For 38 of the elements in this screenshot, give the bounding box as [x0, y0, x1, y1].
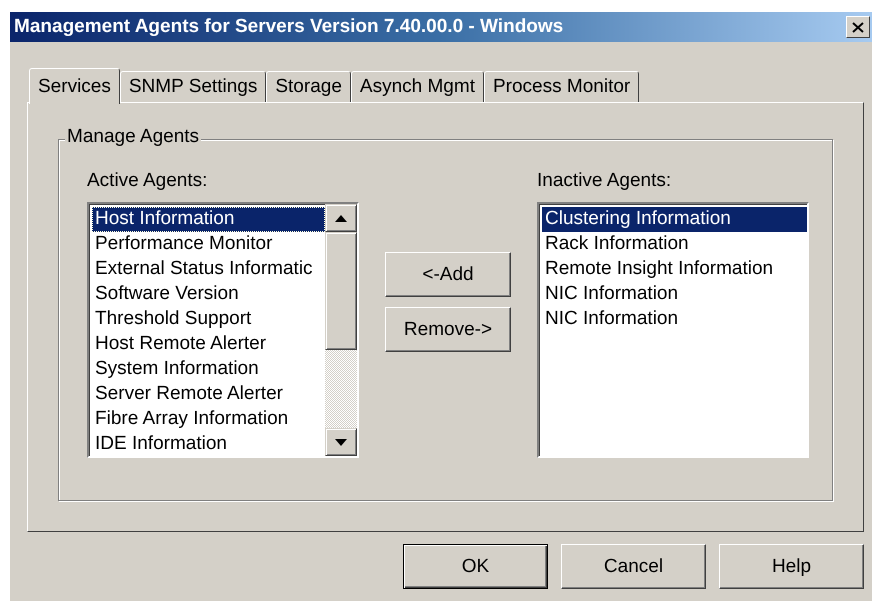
tab[interactable]: Process Monitor	[484, 71, 640, 102]
list-item[interactable]: Fibre Array Information	[92, 407, 325, 432]
list-label: Inactive Agents:	[537, 170, 672, 193]
list-item[interactable]: NIC Information	[542, 307, 807, 332]
close-button[interactable]	[846, 16, 870, 38]
dialog-button[interactable]: OK	[403, 544, 548, 589]
window-title: Management Agents for Servers Version 7.40.00.0 - Windows	[14, 16, 564, 38]
agent-list[interactable]: Clustering Information Rack Information Remote Insight Information NIC Information NIC Information	[537, 202, 809, 458]
list-item[interactable]: Remote Insight Information	[542, 257, 807, 282]
scroll-up-button[interactable]	[325, 204, 357, 232]
list-item[interactable]: Threshold Support	[92, 307, 325, 332]
dialog-button[interactable]: Help	[719, 544, 864, 589]
remove-button[interactable]: Remove->	[385, 307, 511, 352]
scroll-down-arrow-icon	[335, 438, 347, 446]
tab[interactable]: Services	[29, 68, 120, 104]
dialog-button[interactable]: Cancel	[561, 544, 706, 589]
scroll-up-arrow-icon	[335, 214, 347, 222]
add-button[interactable]: <-Add	[385, 252, 511, 297]
group-title: Manage Agents	[65, 126, 202, 148]
agent-list[interactable]: Host Information Performance Monitor External Status Informatic Software Version Threshold Support Host Remote Alerter System Information Server Remote Alerter Fibre Array Information IDE Information	[87, 202, 359, 458]
list-item[interactable]: Clustering Information	[542, 207, 807, 232]
scroll-down-button[interactable]	[325, 428, 357, 456]
scrollbar-thumb[interactable]	[325, 232, 357, 350]
list-item[interactable]: Performance Monitor	[92, 232, 325, 257]
list-item[interactable]: System Information	[92, 357, 325, 382]
list-item[interactable]: Rack Information	[542, 232, 807, 257]
list-item[interactable]: Server Remote Alerter	[92, 382, 325, 407]
close-icon	[852, 22, 864, 32]
list-label: Active Agents:	[87, 170, 208, 193]
list-item[interactable]: Software Version	[92, 282, 325, 307]
tab[interactable]: Asynch Mgmt	[350, 71, 484, 102]
list-item[interactable]: External Status Informatic	[92, 257, 325, 282]
tab[interactable]: Storage	[266, 71, 351, 102]
list-item[interactable]: IDE Information	[92, 432, 325, 456]
list-item[interactable]: NIC Information	[542, 282, 807, 307]
tab[interactable]: SNMP Settings	[120, 71, 266, 102]
list-item[interactable]: Host Remote Alerter	[92, 332, 325, 357]
list-item[interactable]: Host Information	[92, 207, 325, 232]
